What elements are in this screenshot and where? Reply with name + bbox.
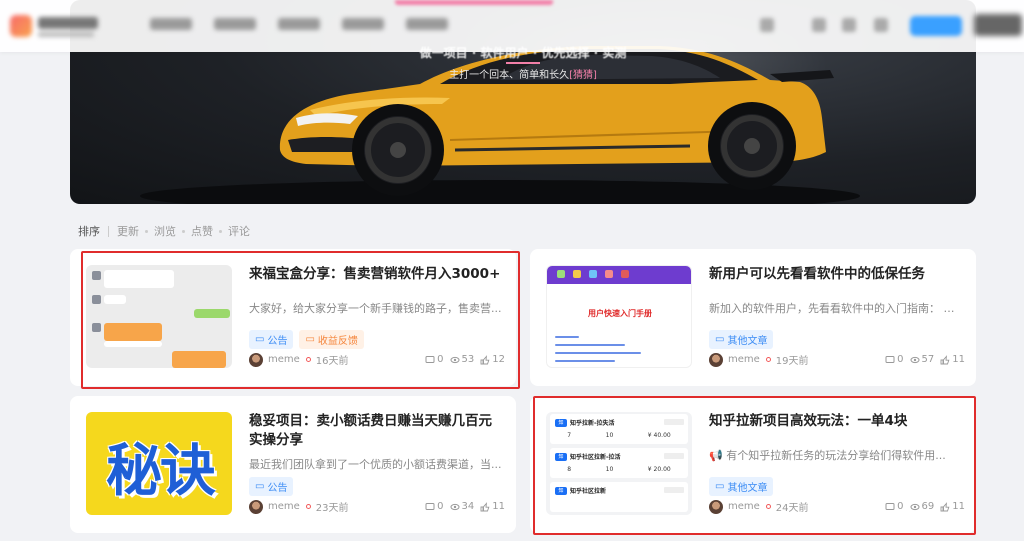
sort-label: 排序 [78, 225, 100, 238]
user-avatar[interactable] [974, 14, 1022, 36]
view-count: 57 [910, 354, 935, 365]
top-navbar [0, 0, 1024, 52]
tag-announcement[interactable]: ▭ 公告 [249, 477, 294, 496]
post-card[interactable]: 秘诀 稳妥项目：卖小额话费日赚当天赚几百元实操分享 最近我们团队拿到了一个优质的… [70, 396, 516, 533]
highlight-frame [81, 251, 520, 389]
eye-icon [910, 356, 920, 363]
message-icon[interactable] [812, 18, 826, 32]
app-icon [557, 270, 565, 278]
thumb-big-text: 秘诀 [106, 439, 216, 504]
post-tags: ▭ 公告 [249, 477, 294, 496]
logo-mark [10, 15, 32, 37]
logo-text [38, 17, 98, 29]
bell-icon[interactable] [842, 18, 856, 32]
thumb-line [555, 336, 579, 338]
post-excerpt: 最近我们团队拿到了一个优质的小额话费渠道，当... [249, 458, 502, 471]
folder-icon: ▭ [715, 334, 725, 345]
thumbs-up-icon [940, 354, 950, 364]
sort-option-comments[interactable]: 评论 [228, 223, 250, 239]
comment-count-value: 0 [897, 354, 904, 365]
app-icon [573, 270, 581, 278]
post-meta: meme 23天前 0 34 11 [249, 499, 505, 514]
nav-item[interactable] [214, 18, 256, 30]
post-card[interactable]: 用户快速入门手册 新用户可以先看看软件中的低保任务 新加入的软件用户，先看看软件… [530, 249, 976, 386]
post-title[interactable]: 新用户可以先看看软件中的低保任务 [709, 265, 965, 284]
tag-label: 公告 [267, 483, 288, 494]
like-count[interactable]: 11 [940, 354, 965, 365]
nav-item[interactable] [406, 18, 448, 30]
thumb-heading: 用户快速入门手册 [588, 309, 652, 318]
sort-option-update[interactable]: 更新 [117, 223, 139, 239]
app-icon [621, 270, 629, 278]
main-nav [150, 18, 448, 30]
app-icon [589, 270, 597, 278]
sort-option-likes[interactable]: 点赞 [191, 223, 213, 239]
banner-underline [506, 62, 540, 64]
banner-subtitle-text: 主打一个回本、简单和长久 [449, 70, 570, 81]
time-icon [765, 357, 771, 362]
comment-count-value: 0 [437, 501, 444, 512]
eye-icon [450, 503, 460, 510]
post-excerpt: 新加入的软件用户，先看看软件中的入门指南： 然后... [709, 302, 965, 315]
post-thumbnail[interactable]: 秘诀 [86, 412, 232, 515]
site-logo[interactable] [10, 13, 100, 39]
banner-subtitle: 主打一个回本、简单和长久[猜猜] [70, 66, 976, 81]
highlight-frame [533, 396, 976, 535]
sort-option-views[interactable]: 浏览 [154, 223, 176, 239]
view-count: 34 [450, 501, 475, 512]
view-count-value: 34 [461, 501, 475, 512]
publish-button[interactable] [910, 16, 962, 36]
post-meta: meme 19天前 0 57 11 [709, 352, 965, 367]
tag-other-articles[interactable]: ▭ 其他文章 [709, 330, 774, 349]
thumb-header-band [547, 266, 691, 284]
search-icon[interactable] [760, 18, 774, 32]
thumb-line [555, 352, 641, 354]
thumb-line [555, 360, 615, 362]
separator-dot [145, 229, 148, 233]
time-icon [305, 504, 311, 509]
thumbs-up-icon [480, 501, 490, 511]
post-time: 19天前 [775, 356, 809, 367]
logo-subtext [38, 32, 94, 37]
app-icon [605, 270, 613, 278]
author-name[interactable]: meme [728, 354, 760, 365]
comment-icon [425, 502, 435, 510]
post-tags: ▭ 其他文章 [709, 330, 774, 349]
like-count-value: 11 [952, 354, 965, 365]
nav-item[interactable] [150, 18, 192, 30]
author-avatar[interactable] [709, 352, 723, 367]
separator-dot [182, 229, 185, 233]
nav-item[interactable] [342, 18, 384, 30]
thumb-line [555, 344, 625, 346]
sort-bar: 排序 更新 浏览 点赞 评论 [78, 223, 254, 239]
comment-count: 0 [885, 354, 904, 365]
post-title[interactable]: 稳妥项目：卖小额话费日赚当天赚几百元实操分享 [249, 412, 505, 450]
comment-icon [885, 355, 895, 363]
nav-active-indicator [395, 0, 553, 5]
folder-icon: ▭ [255, 481, 265, 492]
post-stats: 0 34 11 [425, 501, 505, 512]
nav-item[interactable] [278, 18, 320, 30]
like-count[interactable]: 11 [480, 501, 505, 512]
author-name[interactable]: meme [268, 501, 300, 512]
banner-subtitle-highlight: [猜猜] [569, 70, 597, 81]
post-time: 23天前 [315, 503, 349, 514]
tag-label: 其他文章 [727, 336, 768, 347]
separator-dot [219, 229, 222, 233]
post-thumbnail[interactable]: 用户快速入门手册 [546, 265, 692, 368]
comment-count: 0 [425, 501, 444, 512]
divider [108, 225, 109, 237]
post-stats: 0 57 11 [885, 354, 965, 365]
like-count-value: 11 [492, 501, 505, 512]
theme-icon[interactable] [874, 18, 888, 32]
view-count-value: 57 [921, 354, 935, 365]
author-avatar[interactable] [249, 499, 263, 514]
